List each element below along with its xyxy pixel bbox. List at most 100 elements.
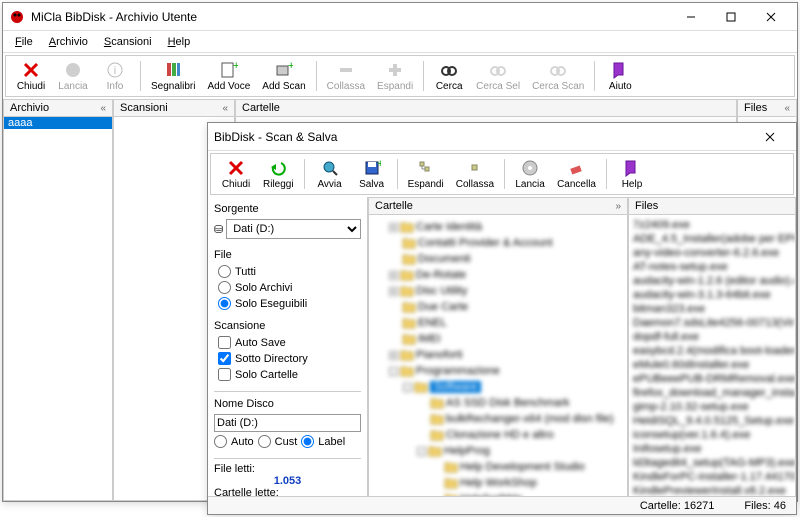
tree-row[interactable]: -Software (373, 379, 627, 395)
sorgente-select[interactable]: Dati (D:) (226, 219, 361, 239)
file-row[interactable]: dopdf-full.exe (633, 331, 791, 345)
file-row[interactable]: ePUBeeePUB-DRMRemoval.exe (633, 373, 791, 387)
tree-row[interactable]: Help WorkShop (373, 475, 627, 491)
file-row[interactable]: HeidiSQL_9.4.0.5125_Setup.exe (633, 415, 791, 429)
expand-g-icon (417, 159, 435, 177)
maximize-button[interactable] (711, 4, 751, 30)
nome-disco-input[interactable] (214, 414, 361, 432)
tree-row[interactable]: +Carte Identità (373, 219, 627, 235)
tree-expander[interactable]: + (389, 223, 398, 232)
collapse-icon (337, 61, 355, 79)
nome-mode-label[interactable]: Label (301, 435, 345, 448)
folder-tree[interactable]: +Carte IdentitàContatti Provider & Accou… (369, 215, 627, 498)
tree-expander[interactable]: - (389, 367, 398, 376)
file-row[interactable]: AT-notes-setup.exe (633, 261, 791, 275)
tree-row[interactable]: Due Carte (373, 299, 627, 315)
tree-row[interactable]: Contatti Provider & Account (373, 235, 627, 251)
scan-option-0[interactable]: Auto Save (218, 336, 361, 349)
file-option-1[interactable]: Solo Archivi (218, 281, 361, 294)
tree-row[interactable]: -Programmazione (373, 363, 627, 379)
tree-row[interactable]: Documenti (373, 251, 627, 267)
dialog-close-button[interactable] (750, 124, 790, 150)
file-row[interactable]: KindleForPC-installer-1.17.44170.exe (633, 471, 791, 485)
file-row[interactable]: ADE_4.5_Installer(adobe per EPUB… (633, 233, 791, 247)
file-option-2[interactable]: Solo Eseguibili (218, 297, 361, 310)
tree-row[interactable]: ENEL (373, 315, 627, 331)
chevron-right-icon[interactable]: » (615, 201, 621, 212)
file-row[interactable]: Inifosetup.exe (633, 443, 791, 457)
add-scan-button[interactable]: +Add Scan (256, 59, 311, 94)
chiudi-button[interactable]: Chiudi (215, 157, 257, 192)
collassa-button[interactable]: Collassa (450, 157, 500, 192)
save-icon: + (363, 159, 381, 177)
menu-scansioni[interactable]: Scansioni (96, 34, 160, 50)
file-row[interactable]: easybcd.2.4(modifica boot-loader).exe (633, 345, 791, 359)
tree-row[interactable]: +De-Rotate (373, 267, 627, 283)
play-icon (64, 61, 82, 79)
file-row[interactable]: audacity-win-3.1.3-64bit.exe (633, 289, 791, 303)
cartelle-header: Cartelle (235, 99, 737, 117)
avvia-button[interactable]: Avvia (309, 157, 351, 192)
status-files: Files: 46 (744, 500, 786, 512)
lancia-button[interactable]: Lancia (509, 157, 551, 192)
tree-row[interactable]: +Disc Utility (373, 283, 627, 299)
file-letti-value: 1.053 (214, 475, 361, 487)
segnalibri-button[interactable]: Segnalibri (145, 59, 201, 94)
tree-row[interactable]: Clonazione HD e altro (373, 427, 627, 443)
tree-expander[interactable]: - (403, 383, 412, 392)
file-row[interactable]: eMule0.60dInstaller.exe (633, 359, 791, 373)
main-titlebar: MiCla BibDisk - Archivio Utente (3, 3, 797, 31)
archivio-item[interactable]: aaaa (4, 117, 112, 129)
chiudi-button[interactable]: Chiudi (10, 59, 52, 94)
file-row[interactable]: ld3tagedit4_setup(TAG-MP3).exe (633, 457, 791, 471)
salva-button[interactable]: +Salva (351, 157, 393, 192)
tree-row[interactable]: bulkRechanger-x64 (mod disn file) (373, 411, 627, 427)
tree-row[interactable]: AS SSD Disk Benchmark (373, 395, 627, 411)
tree-expander[interactable]: - (417, 447, 426, 456)
collapse-g-icon (466, 159, 484, 177)
close-button[interactable] (751, 4, 791, 30)
lancia-button: Lancia (52, 59, 94, 94)
file-row[interactable]: any-video-converter-6.2.6.exe (633, 247, 791, 261)
files-header: Files« (737, 99, 797, 117)
menu-help[interactable]: Help (160, 34, 199, 50)
cerca-button[interactable]: Cerca (428, 59, 470, 94)
file-row[interactable]: bitman323.exe (633, 303, 791, 317)
scan-option-2[interactable]: Solo Cartelle (218, 368, 361, 381)
files-list[interactable]: 7z2409.exeADE_4.5_Installer(adobe per EP… (629, 215, 795, 498)
scan-group-label: Scansione (214, 320, 361, 332)
nome-mode-auto[interactable]: Auto (214, 435, 254, 448)
chevron-left-icon[interactable]: « (222, 103, 228, 114)
rileggi-button[interactable]: Rileggi (257, 157, 300, 192)
archivio-header: Archivio« (3, 99, 113, 117)
file-option-0[interactable]: Tutti (218, 265, 361, 278)
aiuto-button[interactable]: Aiuto (599, 59, 641, 94)
tree-row[interactable]: IMEI (373, 331, 627, 347)
file-row[interactable]: audacity-win-1.2.6 (editor audio).exe (633, 275, 791, 289)
minimize-button[interactable] (671, 4, 711, 30)
chevron-left-icon[interactable]: « (100, 103, 106, 114)
cancella-button[interactable]: Cancella (551, 157, 602, 192)
dialog-toolbar: ChiudiRileggi Avvia+Salva EspandiCollassa L… (210, 153, 794, 195)
menu-file[interactable]: File (7, 34, 41, 50)
espandi-button[interactable]: Espandi (402, 157, 450, 192)
file-row[interactable]: iconsetup(ver.1.6.4).exe (633, 429, 791, 443)
tree-expander[interactable]: + (389, 271, 398, 280)
file-row[interactable]: firefox_download_manager_installer… (633, 387, 791, 401)
scan-option-1[interactable]: Sotto Directory (218, 352, 361, 365)
svg-text:+: + (377, 159, 381, 170)
menu-archivio[interactable]: Archivio (41, 34, 96, 50)
tree-expander[interactable]: + (389, 351, 398, 360)
help-button[interactable]: Help (611, 157, 653, 192)
file-row[interactable]: gimp-2.10.32-setup.exe (633, 401, 791, 415)
tree-expander[interactable]: + (389, 287, 398, 296)
add-voce-button[interactable]: +Add Voce (201, 59, 256, 94)
nome-mode-cust[interactable]: Cust (258, 435, 298, 448)
file-row[interactable]: Daemon7.sdsLite4256-00713(VirtualC… (633, 317, 791, 331)
chevron-left-icon[interactable]: « (784, 103, 790, 114)
scansioni-header: Scansioni« (113, 99, 235, 117)
tree-row[interactable]: Help Development Studio (373, 459, 627, 475)
tree-row[interactable]: -HelpProg (373, 443, 627, 459)
file-row[interactable]: 7z2409.exe (633, 219, 791, 233)
tree-row[interactable]: +Pianoforti (373, 347, 627, 363)
